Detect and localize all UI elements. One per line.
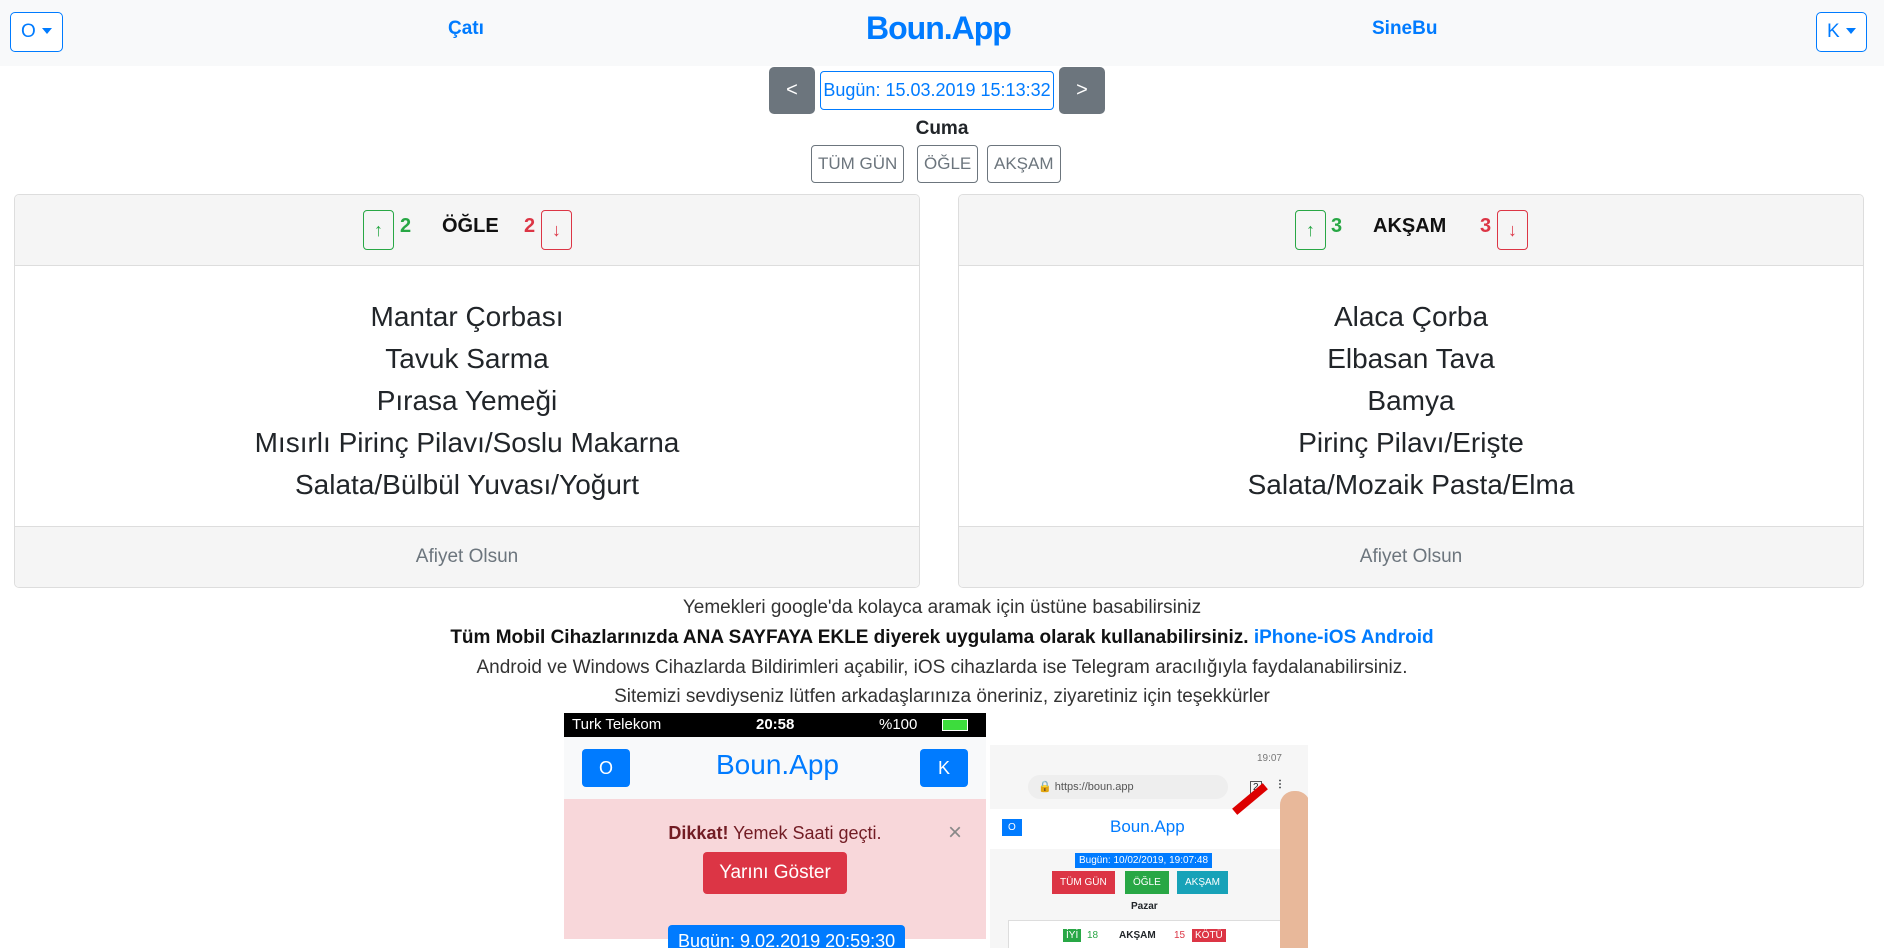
battery: %100 bbox=[879, 716, 918, 733]
filter-aksam[interactable]: AKŞAM bbox=[987, 145, 1061, 183]
menu-item[interactable]: Pırasa Yemeği bbox=[15, 380, 919, 422]
filter-tum-gun[interactable]: TÜM GÜN bbox=[811, 145, 905, 183]
card-header: ↑ 3 AKŞAM 3 ↓ bbox=[959, 195, 1863, 266]
menu-item[interactable]: Pirinç Pilavı/Erişte bbox=[959, 422, 1863, 464]
menu-item[interactable]: Mantar Çorbası bbox=[15, 296, 919, 338]
caret-down-icon bbox=[1845, 28, 1856, 34]
close-icon: × bbox=[947, 819, 962, 846]
android-title: AKŞAM bbox=[1119, 930, 1156, 941]
info-add-homescreen: Tüm Mobil Cihazlarınızda ANA SAYFAYA EKL… bbox=[0, 627, 1884, 649]
ios-status-bar: Turk Telekom 20:58 %100 bbox=[564, 713, 986, 737]
menu-item[interactable]: Elbasan Tava bbox=[959, 338, 1863, 380]
next-day-button[interactable]: > bbox=[1059, 67, 1105, 114]
mini-brand: Boun.App bbox=[716, 749, 839, 780]
prev-day-button[interactable]: < bbox=[769, 67, 815, 114]
menu-item[interactable]: Tavuk Sarma bbox=[15, 338, 919, 380]
upvote-button[interactable]: ↑ bbox=[363, 210, 394, 250]
info-add-homescreen-text: Tüm Mobil Cihazlarınızda ANA SAYFAYA EKL… bbox=[450, 627, 1249, 648]
menu-item[interactable]: Salata/Bülbül Yuvası/Yoğurt bbox=[15, 464, 919, 506]
android-o-button: O bbox=[1002, 819, 1022, 836]
info-search-hint: Yemekleri google'da kolayca aramak için … bbox=[682, 597, 1202, 618]
android-kotu: KÖTÜ bbox=[1192, 929, 1226, 942]
meal-title: AKŞAM bbox=[1373, 215, 1447, 237]
menu-list: Alaca Çorba Elbasan Tava Bamya Pirinç Pi… bbox=[959, 266, 1863, 526]
menu-item[interactable]: Salata/Mozaik Pasta/Elma bbox=[959, 464, 1863, 506]
mini-date: Bugün: 9.02.2019 20:59:30 bbox=[668, 925, 906, 948]
upvote-count: 2 bbox=[400, 215, 412, 237]
left-dropdown-label: O bbox=[21, 21, 36, 42]
menu-list: Mantar Çorbası Tavuk Sarma Pırasa Yemeği… bbox=[15, 266, 919, 526]
android-tum-gun: TÜM GÜN bbox=[1052, 871, 1115, 894]
battery-icon bbox=[942, 719, 968, 731]
downvote-count: 3 bbox=[1480, 215, 1492, 237]
android-navbar: O Boun.App bbox=[990, 809, 1308, 849]
iphone-screenshot: Turk Telekom 20:58 %100 O Boun.App K Dik… bbox=[564, 713, 986, 948]
finger-image bbox=[1280, 791, 1308, 948]
alert-text: Yemek Saati geçti. bbox=[733, 823, 882, 843]
navbar: O Çatı Boun.App SineBu K bbox=[0, 0, 1884, 66]
downvote-button[interactable]: ↓ bbox=[1497, 210, 1528, 250]
nav-link-cati[interactable]: Çatı bbox=[448, 18, 484, 40]
menu-item[interactable]: Bamya bbox=[959, 380, 1863, 422]
alert-bold: Dikkat! bbox=[668, 823, 729, 843]
android-clock: 19:07 bbox=[1256, 753, 1282, 764]
lunch-menu-card: ↑ 2 ÖĞLE 2 ↓ Mantar Çorbası Tavuk Sarma … bbox=[14, 194, 920, 588]
caret-down-icon bbox=[41, 28, 52, 34]
mini-show-tomorrow-button: Yarını Göster bbox=[703, 852, 847, 894]
url-bar: 🔒 https://boun.app bbox=[1028, 775, 1228, 799]
mini-k-button: K bbox=[920, 749, 968, 787]
android-screenshot: 19:07 🔒 https://boun.app 2 ⋮ O Boun.App … bbox=[990, 745, 1308, 948]
link-android[interactable]: Android bbox=[1361, 627, 1434, 648]
upvote-count: 3 bbox=[1331, 215, 1343, 237]
downvote-count: 2 bbox=[524, 215, 536, 237]
clock: 20:58 bbox=[756, 716, 795, 733]
link-ios[interactable]: iPhone-iOS bbox=[1254, 627, 1356, 648]
url-text: https://boun.app bbox=[1054, 781, 1134, 793]
mini-navbar: O Boun.App K bbox=[564, 737, 986, 799]
menu-dots-icon: ⋮ bbox=[1275, 779, 1285, 790]
upvote-button[interactable]: ↑ bbox=[1295, 210, 1326, 250]
menu-item[interactable]: Alaca Çorba bbox=[959, 296, 1863, 338]
android-down: 15 bbox=[1174, 930, 1186, 941]
day-name: Cuma bbox=[915, 118, 969, 139]
brand-logo[interactable]: Boun.App bbox=[866, 10, 1012, 47]
meal-title: ÖĞLE bbox=[442, 215, 499, 237]
android-brand: Boun.App bbox=[1110, 817, 1185, 836]
today-date-button[interactable]: Bugün: 15.03.2019 15:13:32 bbox=[820, 71, 1054, 110]
mini-alert: Dikkat! Yemek Saati geçti. × Yarını Göst… bbox=[564, 799, 986, 939]
android-card: İYİ 18 AKŞAM 15 KÖTÜ bbox=[1008, 920, 1298, 948]
card-header: ↑ 2 ÖĞLE 2 ↓ bbox=[15, 195, 919, 266]
android-aksam: AKŞAM bbox=[1177, 871, 1229, 894]
dinner-menu-card: ↑ 3 AKŞAM 3 ↓ Alaca Çorba Elbasan Tava B… bbox=[958, 194, 1864, 588]
right-dropdown-button[interactable]: K bbox=[1816, 12, 1867, 52]
android-up: 18 bbox=[1087, 930, 1099, 941]
filter-ogle[interactable]: ÖĞLE bbox=[917, 145, 979, 183]
android-ogle: ÖĞLE bbox=[1125, 871, 1169, 894]
nav-link-sinebu[interactable]: SineBu bbox=[1372, 18, 1437, 40]
android-day: Pazar bbox=[1131, 901, 1158, 912]
android-iyi: İYİ bbox=[1063, 929, 1082, 942]
left-dropdown-button[interactable]: O bbox=[10, 12, 63, 52]
android-date: Bugün: 10/02/2019, 19:07:48 bbox=[1075, 853, 1213, 868]
info-thanks: Sitemizi sevdiyseniz lütfen arkadaşların… bbox=[614, 686, 1270, 707]
mini-o-button: O bbox=[582, 749, 630, 787]
menu-item[interactable]: Mısırlı Pirinç Pilavı/Soslu Makarna bbox=[15, 422, 919, 464]
card-footer: Afiyet Olsun bbox=[959, 526, 1863, 587]
info-notifications: Android ve Windows Cihazlarda Bildirimle… bbox=[476, 657, 1408, 678]
downvote-button[interactable]: ↓ bbox=[541, 210, 572, 250]
lock-icon: 🔒 bbox=[1038, 781, 1052, 793]
card-footer: Afiyet Olsun bbox=[15, 526, 919, 587]
right-dropdown-label: K bbox=[1827, 21, 1840, 42]
carrier: Turk Telekom bbox=[572, 716, 662, 733]
